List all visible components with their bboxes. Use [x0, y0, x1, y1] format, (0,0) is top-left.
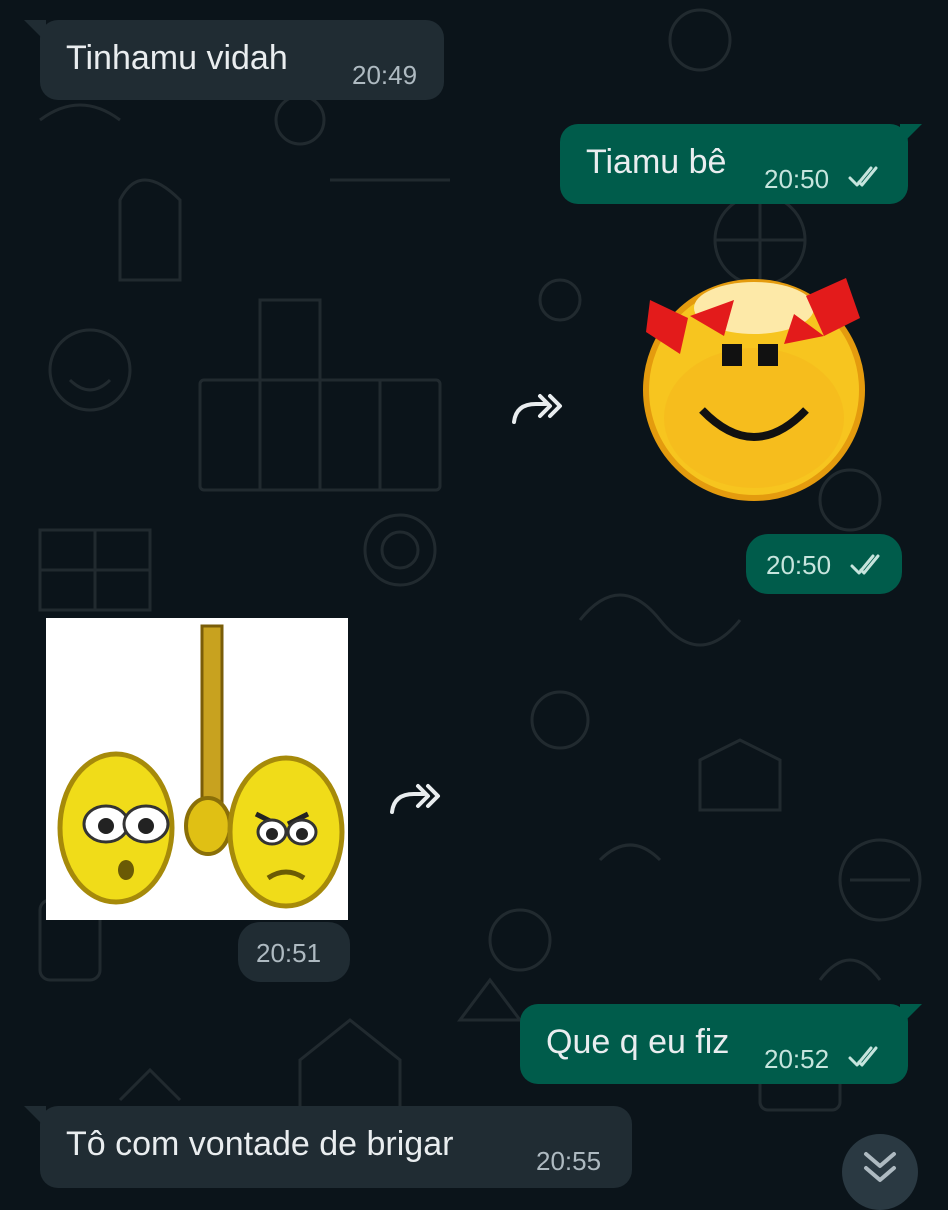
double-check-icon	[848, 166, 878, 187]
scroll-to-bottom-button[interactable]	[842, 1134, 918, 1210]
forward-button[interactable]	[378, 762, 448, 832]
sticker-time-chip: 20:50	[746, 534, 902, 594]
message-text: Tiamu bê	[586, 143, 727, 181]
bubble-tail	[24, 1106, 46, 1128]
message-time: 20:55	[536, 1146, 602, 1176]
message-text: Tô com vontade de brigar	[66, 1125, 454, 1163]
forward-icon	[512, 394, 562, 424]
message-text: Tinhamu vidah	[66, 39, 288, 77]
message-time: 20:50	[764, 164, 830, 194]
message-time: 20:51	[256, 938, 322, 968]
message-text: Que q eu fiz	[546, 1023, 730, 1061]
double-check-icon	[850, 554, 880, 575]
message-time: 20:49	[352, 60, 418, 90]
forward-icon	[390, 784, 440, 814]
double-check-icon	[848, 1046, 878, 1067]
message-outgoing-2[interactable]: Que q eu fiz 20:52	[520, 1004, 908, 1084]
bubble-tail	[900, 124, 922, 146]
forward-button[interactable]	[500, 372, 570, 442]
sticker-time-chip: 20:51	[238, 922, 350, 982]
message-time: 20:52	[764, 1044, 830, 1074]
sticker-two-smileys-with-bat[interactable]	[46, 618, 348, 920]
bubble-tail	[900, 1004, 922, 1026]
sticker-smiley-with-red-bows[interactable]	[636, 268, 872, 504]
message-incoming-2[interactable]: Tô com vontade de brigar 20:55	[40, 1106, 632, 1188]
bubble-tail	[24, 20, 46, 42]
message-time: 20:50	[766, 550, 832, 580]
message-incoming-1[interactable]: Tinhamu vidah 20:49	[40, 20, 444, 100]
chevron-double-down-icon	[864, 1152, 896, 1182]
message-outgoing-1[interactable]: Tiamu bê 20:50	[560, 124, 908, 204]
